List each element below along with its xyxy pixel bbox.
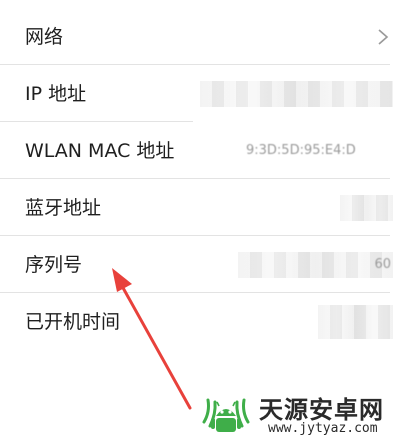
- settings-row-label: WLAN MAC 地址: [25, 139, 175, 162]
- settings-row-label: IP 地址: [25, 82, 87, 105]
- settings-row-label: 网络: [25, 25, 64, 48]
- watermark-url: www.jytyaz.com: [268, 421, 378, 436]
- settings-row-wlan-mac[interactable]: WLAN MAC 地址 9:3D:5D:95:E4:D: [0, 122, 393, 179]
- settings-row-label: 序列号: [25, 253, 83, 276]
- watermark-title: 天源安卓网: [259, 396, 384, 424]
- android-logo-icon: [202, 398, 250, 432]
- site-watermark: 天源安卓网 www.jytyaz.com: [196, 388, 393, 441]
- wlan-mac-value-redacted: 9:3D:5D:95:E4:D: [246, 138, 393, 164]
- settings-row-label: 蓝牙地址: [25, 196, 102, 219]
- settings-row-uptime[interactable]: 已开机时间: [0, 293, 393, 350]
- serial-number-value-fragment: 60: [374, 256, 391, 272]
- settings-row-network[interactable]: 网络: [0, 8, 393, 65]
- settings-row-label: 已开机时间: [25, 310, 121, 333]
- serial-number-value-redacted: 60: [238, 251, 393, 278]
- wlan-mac-value-fragment: 9:3D:5D:95:E4:D: [246, 142, 356, 158]
- settings-row-bluetooth-address[interactable]: 蓝牙地址: [0, 179, 393, 236]
- settings-row-serial-number[interactable]: 序列号 60: [0, 236, 393, 293]
- ip-address-value-redacted: [200, 80, 393, 107]
- chevron-right-icon: [378, 28, 389, 45]
- uptime-value-redacted: [318, 304, 393, 339]
- settings-row-ip-address[interactable]: IP 地址: [0, 65, 393, 122]
- bluetooth-address-value-redacted: [340, 194, 393, 221]
